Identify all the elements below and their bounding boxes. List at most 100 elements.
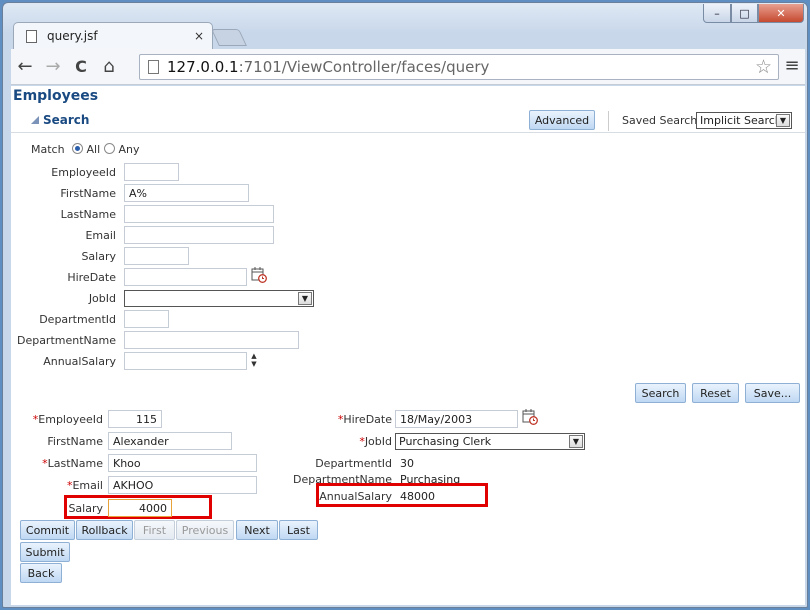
match-label: Match [31, 143, 65, 156]
departmentid-value: 30 [400, 457, 414, 470]
departmentid-label: DepartmentId [315, 457, 392, 470]
hiredate-input[interactable]: 18/May/2003 [395, 410, 518, 428]
first-button[interactable]: First [134, 520, 175, 540]
disclosure-triangle-icon [31, 116, 39, 124]
calendar-icon[interactable] [522, 409, 538, 425]
search-salary-input[interactable] [124, 247, 189, 265]
back-button[interactable]: Back [20, 563, 62, 583]
browser-toolbar: ← → C ⌂ 127.0.0.1:7101/ViewController/fa… [11, 49, 805, 85]
next-button[interactable]: Next [236, 520, 278, 540]
hiredate-label-text: HireDate [343, 413, 392, 426]
minimize-button[interactable]: – [703, 4, 731, 23]
hiredate-label: *HireDate [338, 413, 392, 426]
match-all-radio[interactable] [72, 143, 83, 154]
document-icon [26, 29, 37, 43]
match-any-radio[interactable] [104, 143, 115, 154]
calendar-icon[interactable] [251, 267, 267, 283]
jobid-value: Purchasing Clerk [399, 435, 492, 448]
search-jobid-select[interactable]: ▼ [124, 290, 314, 307]
close-window-button[interactable]: ✕ [758, 4, 804, 23]
page-title: Employees [13, 88, 99, 104]
search-firstname-label: FirstName [60, 187, 116, 200]
submit-button[interactable]: Submit [20, 542, 70, 562]
lastname-input[interactable]: Khoo [108, 454, 257, 472]
saved-search-label: Saved Search [622, 114, 698, 127]
address-bar[interactable]: 127.0.0.1:7101/ViewController/faces/quer… [139, 54, 779, 80]
search-employeeid-label: EmployeeId [51, 166, 116, 179]
last-button[interactable]: Last [279, 520, 318, 540]
firstname-label: FirstName [47, 435, 103, 448]
reload-icon[interactable]: C [67, 57, 95, 76]
email-label: *Email [67, 479, 103, 492]
menu-icon[interactable]: ≡ [781, 55, 803, 76]
employeeid-label: *EmployeeId [33, 413, 103, 426]
match-any-option[interactable]: Any [104, 143, 140, 156]
search-hiredate-label: HireDate [67, 271, 116, 284]
browser-window: – □ ✕ query.jsf × ← → C ⌂ 127.0.0.1:7101… [2, 2, 808, 608]
lastname-label-text: LastName [47, 457, 103, 470]
chevron-down-icon: ▼ [776, 114, 790, 127]
lastname-label: *LastName [42, 457, 103, 470]
firstname-input[interactable]: Alexander [108, 432, 232, 450]
browser-tab[interactable]: query.jsf × [13, 22, 213, 49]
rollback-button[interactable]: Rollback [76, 520, 133, 540]
search-email-input[interactable] [124, 226, 274, 244]
chevron-down-icon: ▼ [298, 292, 312, 305]
page-content: Employees Search Advanced Saved Search I… [11, 86, 805, 605]
search-panel-toggle[interactable]: Search [31, 113, 89, 127]
chevron-down-icon: ▼ [569, 435, 583, 448]
home-icon[interactable]: ⌂ [95, 56, 123, 77]
jobid-label-text: JobId [364, 435, 392, 448]
jobid-label: *JobId [359, 435, 392, 448]
bookmark-star-icon[interactable]: ☆ [755, 56, 772, 78]
salary-label: Salary [68, 502, 103, 515]
annualsalary-value: 48000 [400, 490, 435, 503]
search-annualsalary-input[interactable] [124, 352, 247, 370]
match-all-option[interactable]: All [72, 143, 100, 156]
search-firstname-input[interactable]: A% [124, 184, 249, 202]
search-header-label: Search [43, 113, 90, 127]
search-employeeid-input[interactable] [124, 163, 179, 181]
email-input[interactable]: AKHOO [108, 476, 257, 494]
annualsalary-label: AnnualSalary [319, 490, 392, 503]
search-jobid-label: JobId [88, 292, 116, 305]
salary-input[interactable]: 4000 [108, 499, 172, 517]
previous-button[interactable]: Previous [176, 520, 234, 540]
saved-search-select[interactable]: Implicit Search ▼ [696, 112, 792, 129]
employeeid-input[interactable]: 115 [108, 410, 162, 428]
advanced-button[interactable]: Advanced [529, 110, 595, 130]
toolbar-separator [608, 111, 609, 131]
search-button[interactable]: Search [635, 383, 686, 403]
employeeid-label-text: EmployeeId [38, 413, 103, 426]
tab-close-icon[interactable]: × [194, 29, 204, 43]
match-all-label: All [86, 143, 101, 156]
search-annualsalary-label: AnnualSalary [43, 355, 116, 368]
reset-button[interactable]: Reset [692, 383, 739, 403]
save-search-button[interactable]: Save... [745, 383, 800, 403]
search-salary-label: Salary [81, 250, 116, 263]
tab-title: query.jsf [47, 29, 98, 43]
back-arrow-icon[interactable]: ← [11, 56, 39, 77]
search-departmentid-label: DepartmentId [39, 313, 116, 326]
search-divider [11, 132, 805, 133]
saved-search-value: Implicit Search [700, 114, 782, 127]
email-label-text: Email [72, 479, 103, 492]
spinner-up-icon[interactable]: ▲ [248, 352, 260, 360]
search-lastname-input[interactable] [124, 205, 274, 223]
url-path: :7101/ViewController/faces/query [238, 58, 490, 76]
search-hiredate-input[interactable] [124, 268, 247, 286]
search-departmentname-input[interactable] [124, 331, 299, 349]
forward-arrow-icon[interactable]: → [39, 56, 67, 77]
match-any-label: Any [118, 143, 140, 156]
spinner-down-icon[interactable]: ▼ [248, 360, 260, 368]
search-departmentname-label: DepartmentName [16, 334, 116, 347]
maximize-button[interactable]: □ [731, 4, 758, 23]
new-tab-button[interactable] [211, 29, 247, 46]
jobid-select[interactable]: Purchasing Clerk ▼ [395, 433, 585, 450]
page-icon [148, 60, 159, 74]
search-email-label: Email [85, 229, 116, 242]
search-lastname-label: LastName [60, 208, 116, 221]
search-departmentid-input[interactable] [124, 310, 169, 328]
commit-button[interactable]: Commit [20, 520, 75, 540]
annualsalary-spinner[interactable]: ▲ ▼ [248, 352, 260, 370]
